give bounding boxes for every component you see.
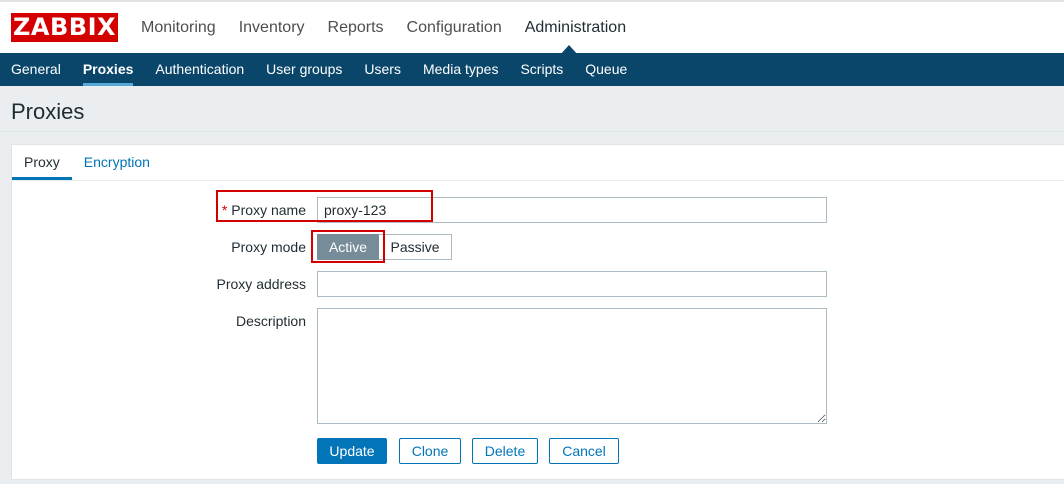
description-label: Description [235,313,306,329]
main-menu-administration[interactable]: Administration [525,19,626,37]
zabbix-logo[interactable]: ZABBIX [11,13,118,42]
tab-encryption[interactable]: Encryption [72,145,162,180]
required-asterisk: * [221,202,228,218]
proxy-mode-active-option[interactable]: Active [317,234,379,260]
update-button[interactable]: Update [317,438,387,464]
proxy-mode-passive-option[interactable]: Passive [379,234,452,260]
sub-menu-proxies[interactable]: Proxies [82,53,133,86]
main-menu-monitoring[interactable]: Monitoring [141,19,216,37]
main-menu-inventory[interactable]: Inventory [239,19,305,37]
sub-menu: General Proxies Authentication User grou… [0,53,1064,86]
sub-menu-queue[interactable]: Queue [585,53,627,86]
sub-menu-general[interactable]: General [11,53,61,86]
sub-menu-user-groups[interactable]: User groups [266,53,342,86]
page-title: Proxies [11,99,85,124]
main-menu-configuration[interactable]: Configuration [407,19,502,37]
proxy-mode-label: Proxy mode [231,239,306,255]
tab-proxy[interactable]: Proxy [12,145,72,180]
proxy-form-panel: Proxy Encryption *Proxy name Proxy mode … [11,144,1064,480]
proxy-name-label-text: Proxy name [231,202,306,218]
sub-menu-users[interactable]: Users [364,53,401,86]
sub-menu-media-types[interactable]: Media types [423,53,498,86]
form-tabs: Proxy Encryption [12,145,1064,181]
proxy-name-input[interactable] [317,197,827,223]
cancel-button[interactable]: Cancel [549,438,619,464]
proxy-mode-segmented-control: Active Passive [317,234,452,260]
sub-menu-authentication[interactable]: Authentication [155,53,244,86]
proxy-address-label: Proxy address [216,276,306,292]
title-divider [0,131,1064,132]
sub-menu-scripts[interactable]: Scripts [520,53,563,86]
delete-button[interactable]: Delete [472,438,538,464]
clone-button[interactable]: Clone [399,438,461,464]
proxy-name-label: * Proxy name [222,202,306,218]
description-textarea[interactable] [317,308,827,424]
top-header: ZABBIX Monitoring Inventory Reports Conf… [0,0,1064,55]
proxy-address-input[interactable] [317,271,827,297]
main-menu-reports[interactable]: Reports [328,19,384,37]
